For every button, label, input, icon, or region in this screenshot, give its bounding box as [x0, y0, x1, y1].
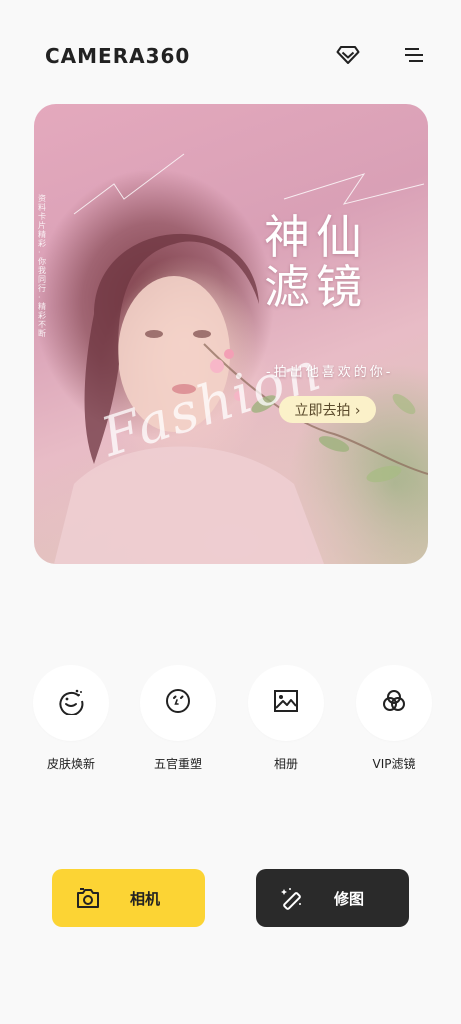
vip-button[interactable] [335, 44, 361, 70]
banner-side-text: 资料卡片精彩·你我同行·精彩不断 [38, 194, 46, 338]
menu-button[interactable] [401, 44, 427, 70]
retouch-button[interactable]: 修图 [256, 869, 409, 927]
face-beauty-icon [57, 687, 85, 719]
face-reshape-icon [164, 687, 192, 719]
feature-circle [248, 665, 324, 741]
app-header: CAMERA360 [0, 0, 461, 100]
banner-title: 神仙滤镜 [264, 210, 368, 314]
feature-face-reshape[interactable]: 五官重塑 [138, 665, 218, 772]
feature-shortcuts: 皮肤焕新 五官重塑 相册 VIP滤镜 [0, 660, 461, 780]
feature-circle [140, 665, 216, 741]
feature-vip-filter[interactable]: VIP滤镜 [354, 665, 434, 772]
feature-album[interactable]: 相册 [246, 665, 326, 772]
filter-icon [380, 687, 408, 719]
menu-icon [403, 46, 425, 68]
retouch-button-label: 修图 [334, 890, 365, 908]
feature-label: 相册 [273, 757, 298, 771]
camera-icon [76, 886, 100, 910]
camera-button-label: 相机 [130, 890, 161, 908]
banner-cta-button[interactable]: 立即去拍 › [279, 396, 376, 423]
app-logo: CAMERA360 [45, 44, 191, 68]
album-icon [272, 687, 300, 719]
feature-label: 五官重塑 [153, 757, 202, 771]
feature-circle [356, 665, 432, 741]
promo-banner[interactable]: 资料卡片精彩·你我同行·精彩不断 Fashion 神仙滤镜 -拍出他喜欢的你- … [34, 104, 428, 564]
feature-skin-renew[interactable]: 皮肤焕新 [31, 665, 111, 772]
feature-label: 皮肤焕新 [46, 757, 95, 771]
banner-subtitle: -拍出他喜欢的你- [266, 365, 394, 380]
banner-artwork [54, 153, 428, 564]
feature-circle [33, 665, 109, 741]
diamond-icon [336, 45, 360, 69]
magic-wand-icon [280, 886, 304, 910]
feature-label: VIP滤镜 [372, 757, 416, 771]
camera-button[interactable]: 相机 [52, 869, 205, 927]
